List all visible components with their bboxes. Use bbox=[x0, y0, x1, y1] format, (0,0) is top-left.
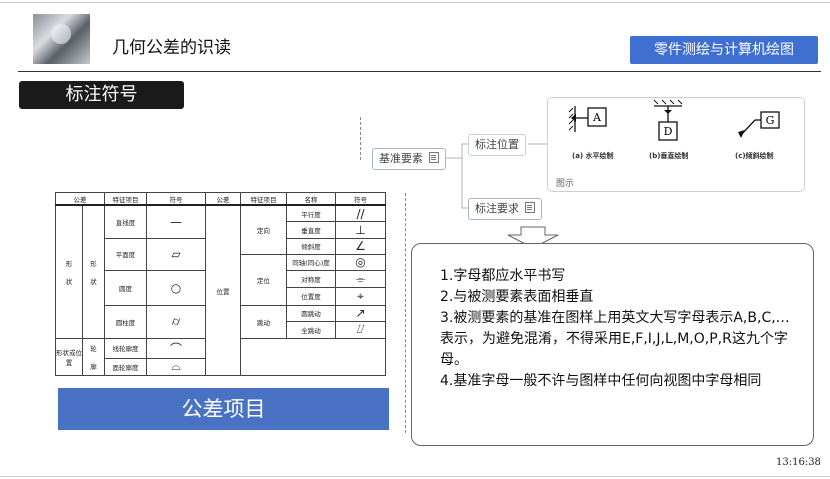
feature-straightness: 直线度 bbox=[104, 204, 147, 239]
datum-letter-d: D bbox=[664, 125, 673, 138]
datum-letter-g: G bbox=[766, 114, 775, 127]
datum-letter-a: A bbox=[592, 111, 602, 124]
group-form: 形状 bbox=[55, 204, 83, 340]
name-circular-runout: 圆跳动 bbox=[286, 304, 336, 322]
surface-profile-symbol: ⌓ bbox=[146, 357, 206, 377]
illustration-title: 图示 bbox=[556, 179, 575, 189]
feature-flatness: 平面度 bbox=[104, 237, 147, 271]
roundness-symbol: ○ bbox=[146, 269, 206, 306]
note-1: 1.字母都应水平书写 bbox=[440, 268, 566, 284]
circular-runout-symbol: ↗ bbox=[335, 304, 386, 322]
subgroup-location: 定位 bbox=[240, 253, 287, 306]
perpendicularity-symbol: ⊥ bbox=[335, 221, 386, 239]
tolerance-items-button[interactable]: 公差项目 bbox=[58, 388, 389, 430]
name-perpendicularity: 垂直度 bbox=[286, 221, 336, 239]
illustration-box: A D G (a) 水平绘制 (b)垂直绘制 (c)倾斜绘制 图示 bbox=[547, 97, 805, 192]
symmetry-symbol: ⌯ bbox=[335, 269, 386, 289]
tolerance-table: 公差 特征项目 符号 公差 特征项目 名称 符号 形状 形状 直线度 — 位置 … bbox=[55, 192, 386, 377]
header-divider bbox=[18, 71, 821, 72]
feature-cylindricity: 圆柱度 bbox=[104, 304, 147, 340]
group-position: 位置 bbox=[205, 204, 241, 376]
concentricity-symbol: ◎ bbox=[335, 253, 386, 271]
mindmap-position-node[interactable]: 标注位置 bbox=[468, 134, 526, 156]
table-blank-cell bbox=[240, 338, 386, 376]
group-form-or-position: 形状或位置 bbox=[55, 338, 83, 376]
page-title: 几何公差的识读 bbox=[112, 38, 231, 58]
header-symbol: 符号 bbox=[146, 192, 206, 206]
note-icon bbox=[429, 152, 439, 163]
note-2: 2.与被测要素表面相垂直 bbox=[440, 289, 594, 305]
name-concentricity: 同轴(同心)度 bbox=[286, 253, 336, 271]
name-symmetry: 对称度 bbox=[286, 269, 336, 289]
header-name: 名称 bbox=[286, 192, 336, 206]
group-form-2: 形状 bbox=[82, 204, 105, 340]
name-angularity: 倾斜度 bbox=[286, 237, 336, 255]
subgroup-orientation: 定向 bbox=[240, 204, 287, 255]
dashed-guide-top bbox=[360, 117, 361, 160]
top-divider bbox=[0, 2, 830, 3]
angularity-symbol: ∠ bbox=[335, 237, 386, 255]
header-feature-2: 特征项目 bbox=[240, 192, 287, 206]
mindmap-requirement-node[interactable]: 标注要求 bbox=[468, 198, 542, 220]
name-position: 位置度 bbox=[286, 287, 336, 306]
flatness-symbol: ▱ bbox=[146, 237, 206, 271]
position-symbol: ⌖ bbox=[335, 287, 386, 306]
mindmap-root-node[interactable]: 基准要素 bbox=[372, 148, 446, 170]
header-photo bbox=[33, 14, 90, 64]
feature-roundness: 圆度 bbox=[104, 269, 147, 306]
datum-symbols-drawing: A D G bbox=[568, 99, 780, 141]
parallelism-symbol: // bbox=[335, 204, 386, 223]
subgroup-runout: 跳动 bbox=[240, 304, 287, 340]
caption-oblique: (c)倾斜绘制 bbox=[735, 152, 774, 160]
cylindricity-symbol: ⌭ bbox=[146, 304, 206, 340]
note-3: 3.被测要素的基准在图样上用英文大写字母表示A,B,C,…表示，为避免混淆，不得… bbox=[440, 310, 790, 368]
header-feature: 特征项目 bbox=[104, 192, 147, 206]
course-title-button[interactable]: 零件测绘与计算机绘图 bbox=[630, 36, 818, 64]
group-profile: 轮廓 bbox=[82, 338, 105, 376]
header-tolerance-2: 公差 bbox=[205, 192, 241, 206]
feature-surface-profile: 面轮廓度 bbox=[104, 357, 147, 377]
line-profile-symbol: ⌒ bbox=[146, 338, 206, 359]
straightness-symbol: — bbox=[146, 204, 206, 239]
notes-panel: 1.字母都应水平书写 2.与被测要素表面相垂直 3.被测要素的基准在图样上用英文… bbox=[411, 243, 814, 446]
name-parallelism: 平行度 bbox=[286, 204, 336, 223]
feature-line-profile: 线轮廓度 bbox=[104, 338, 147, 359]
clock: 13:16:38 bbox=[776, 457, 821, 468]
caption-vertical: (b)垂直绘制 bbox=[649, 152, 689, 160]
name-total-runout: 全跳动 bbox=[286, 320, 336, 340]
caption-horizontal: (a) 水平绘制 bbox=[572, 152, 614, 160]
header-tolerance: 公差 bbox=[55, 192, 105, 206]
note-4: 4.基准字母一般不许与图样中任何向视图中字母相同 bbox=[440, 373, 762, 389]
bottom-divider bbox=[0, 476, 830, 477]
total-runout-symbol: ⌰ bbox=[335, 320, 386, 340]
section-label: 标注符号 bbox=[19, 81, 184, 109]
dashed-guide-vertical bbox=[405, 193, 406, 433]
note-icon bbox=[525, 202, 535, 213]
header-symbol-2: 符号 bbox=[335, 192, 386, 206]
